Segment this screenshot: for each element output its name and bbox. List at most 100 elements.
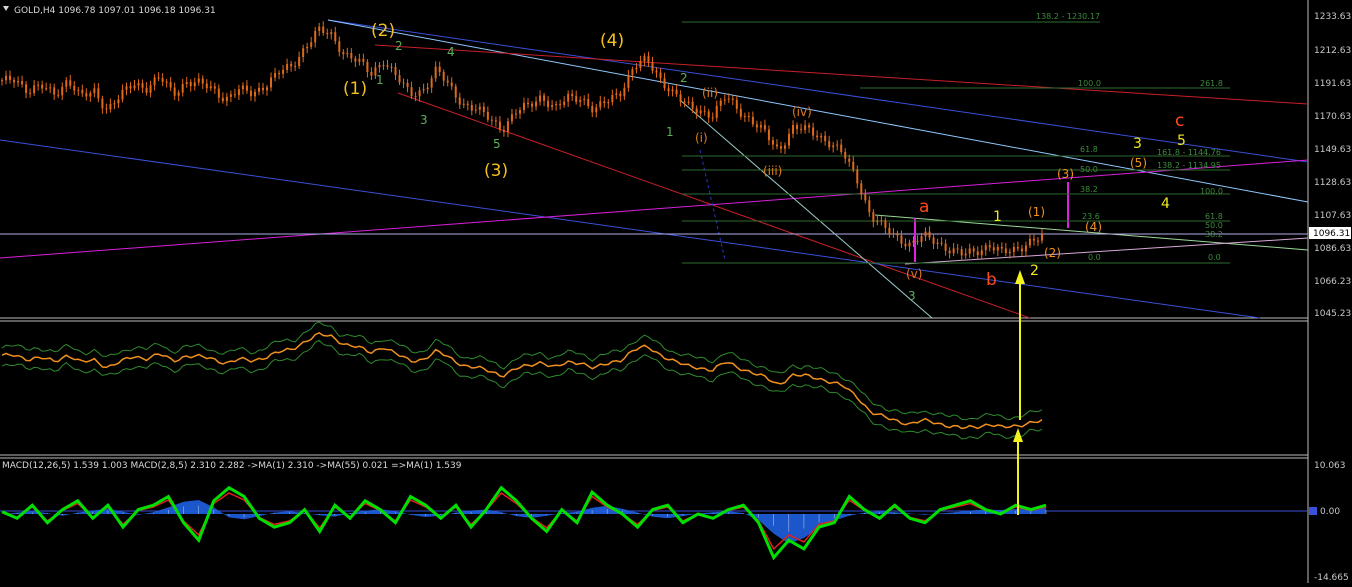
candle-body xyxy=(675,89,678,95)
candle-body xyxy=(282,69,285,74)
wave-label: 5 xyxy=(493,137,501,151)
candle-body xyxy=(185,81,188,84)
candle-body xyxy=(382,65,385,67)
candle-body xyxy=(531,103,534,107)
chart-canvas[interactable]: 138.2 - 1230.17 100.0 261.8 61.8 161.8 -… xyxy=(0,0,1352,583)
candle-body xyxy=(482,106,485,112)
candle-body xyxy=(908,242,911,247)
wave-label: (2) xyxy=(371,21,395,41)
candle-body xyxy=(956,248,959,250)
candle-body xyxy=(659,72,662,79)
candle-body xyxy=(398,75,401,83)
candle-body xyxy=(490,119,493,121)
wave-label: (i) xyxy=(695,131,708,145)
candle-body xyxy=(93,88,96,94)
candle-body xyxy=(631,69,634,76)
candle-body xyxy=(201,78,204,84)
candle-body xyxy=(257,87,260,92)
candle-body xyxy=(880,220,883,222)
candle-body xyxy=(591,106,594,113)
candle-body xyxy=(462,103,465,105)
candle-body xyxy=(117,99,120,104)
candle-body xyxy=(984,245,987,251)
candle-body xyxy=(21,81,24,85)
candle-body xyxy=(390,66,393,68)
candle-body xyxy=(976,251,979,256)
wave-label: 3 xyxy=(1133,136,1142,152)
candle-body xyxy=(402,82,405,84)
chart-root: 138.2 - 1230.17 100.0 261.8 61.8 161.8 -… xyxy=(0,0,1352,583)
candle-body xyxy=(342,51,345,55)
candle-body xyxy=(1004,248,1007,254)
candle-body xyxy=(33,85,36,94)
price-tick: 1170.63 xyxy=(1314,112,1351,122)
candle-body xyxy=(747,116,750,118)
candle-body xyxy=(551,105,554,108)
candle-body xyxy=(679,94,682,102)
candle-body xyxy=(446,80,449,83)
candle-body xyxy=(828,141,831,148)
candle-body xyxy=(13,79,16,83)
candle-body xyxy=(643,56,646,62)
candle-body xyxy=(715,105,718,118)
candle-body xyxy=(45,88,48,90)
candle-body xyxy=(165,81,168,83)
price-tick: 1149.63 xyxy=(1314,145,1351,155)
candle-body xyxy=(627,75,630,88)
candle-body xyxy=(840,144,843,152)
candle-body xyxy=(800,128,803,130)
candle-body xyxy=(85,93,88,97)
macd-zero-marker xyxy=(1309,507,1317,515)
candle-body xyxy=(868,200,871,213)
candle-body xyxy=(298,57,301,67)
candle-body xyxy=(619,93,622,97)
candle-body xyxy=(635,67,638,70)
candle-body xyxy=(57,94,60,96)
candle-body xyxy=(197,78,200,83)
wave-label: b xyxy=(986,270,997,290)
price-tick: 1212.63 xyxy=(1314,46,1351,56)
candle-body xyxy=(852,161,855,170)
candle-body xyxy=(1024,245,1027,252)
candle-body xyxy=(607,102,610,104)
candle-body xyxy=(101,98,104,109)
candle-body xyxy=(812,127,815,136)
candle-body xyxy=(623,87,626,97)
candle-body xyxy=(727,98,730,100)
candle-body xyxy=(699,110,702,114)
candle-body xyxy=(386,65,389,67)
fib-label: 50.0 xyxy=(1205,221,1223,230)
candle-body xyxy=(318,26,321,31)
candle-body xyxy=(53,87,56,95)
candle-body xyxy=(177,92,180,96)
candle-body xyxy=(1028,238,1031,246)
candle-body xyxy=(655,70,658,73)
fib-label: 100.0 xyxy=(1078,79,1101,88)
candle-body xyxy=(193,82,196,87)
candle-body xyxy=(418,90,421,97)
candle-body xyxy=(719,100,722,106)
candle-body xyxy=(539,95,542,102)
candle-body xyxy=(294,66,297,68)
price-tick: 1191.63 xyxy=(1314,79,1351,89)
candle-body xyxy=(434,66,437,79)
candle-body xyxy=(667,88,670,92)
candle-body xyxy=(354,58,357,62)
candle-body xyxy=(237,89,240,96)
candle-body xyxy=(302,48,305,58)
candle-body xyxy=(109,103,112,110)
candle-body xyxy=(153,77,156,86)
wave-label: (1) xyxy=(343,79,367,99)
candle-body xyxy=(326,32,329,35)
candle-body xyxy=(41,84,44,89)
price-tick: 1128.63 xyxy=(1314,178,1351,188)
candle-body xyxy=(205,83,208,89)
candle-body xyxy=(470,104,473,111)
wave-label: 3 xyxy=(908,289,916,303)
candle-body xyxy=(217,88,220,98)
candle-body xyxy=(527,102,530,104)
wave-label: 2 xyxy=(395,39,403,53)
wave-label: 1 xyxy=(666,125,674,139)
candle-body xyxy=(514,113,517,115)
candle-body xyxy=(37,84,40,86)
